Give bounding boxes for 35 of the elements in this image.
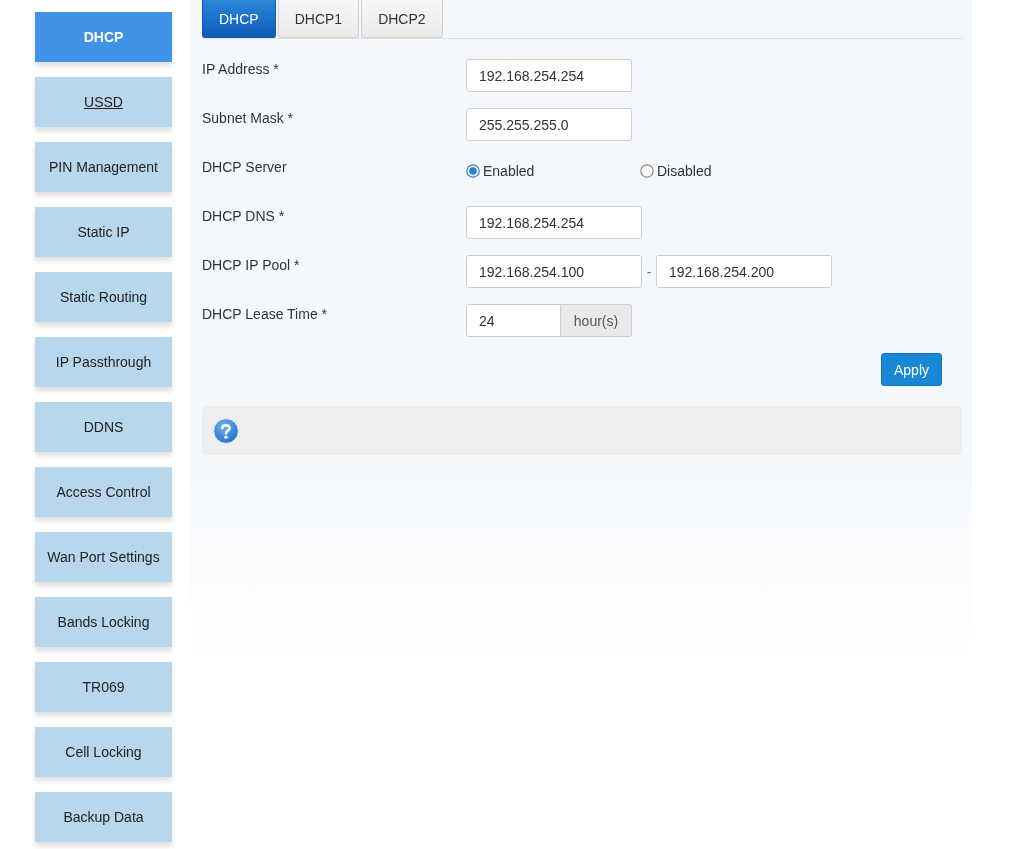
input-field[interactable]: 192.168.254.200 (656, 255, 832, 288)
sidebar-item[interactable]: Static IP (35, 207, 172, 257)
input-field[interactable]: 24 (466, 304, 561, 337)
unit-addon: hour(s) (561, 304, 632, 337)
input-field[interactable]: 192.168.254.254 (466, 59, 632, 92)
field-label: Subnet Mask * (202, 109, 295, 126)
tab[interactable]: DHCP (202, 0, 276, 38)
field-label: DHCP DNS * (202, 207, 286, 224)
apply-button[interactable]: Apply (881, 353, 942, 386)
input-field[interactable]: 192.168.254.254 (466, 206, 642, 239)
sidebar-item[interactable]: DDNS (35, 402, 172, 452)
input-field[interactable]: 255.255.255.0 (466, 108, 632, 141)
field-label: IP Address * (202, 60, 280, 77)
tab[interactable]: DHCP1 (277, 0, 360, 38)
sidebar-item[interactable]: Wan Port Settings (35, 532, 172, 582)
range-separator: - (645, 263, 653, 280)
field-label: DHCP IP Pool * (202, 256, 301, 273)
sidebar-item[interactable]: Bands Locking (35, 597, 172, 647)
radio-button-icon[interactable] (466, 164, 480, 178)
sidebar-item[interactable]: Static Routing (35, 272, 172, 322)
sidebar-item[interactable]: PIN Management (35, 142, 172, 192)
radio-option[interactable]: Enabled (466, 163, 640, 179)
sidebar-item[interactable]: Backup Data (35, 792, 172, 842)
sidebar-item[interactable]: TR069 (35, 662, 172, 712)
sidebar-item[interactable]: USSD (35, 77, 172, 127)
input-field[interactable]: 192.168.254.100 (466, 255, 642, 288)
sidebar-item[interactable]: Access Control (35, 467, 172, 517)
help-icon[interactable] (213, 417, 239, 444)
field-label: DHCP Server (202, 158, 288, 175)
sidebar-item[interactable]: Cell Locking (35, 727, 172, 777)
sidebar-item[interactable]: IP Passthrough (35, 337, 172, 387)
field-label: DHCP Lease Time * (202, 305, 328, 322)
tab[interactable]: DHCP2 (361, 0, 443, 38)
radio-button-icon[interactable] (640, 164, 654, 178)
radio-option[interactable]: Disabled (640, 163, 814, 179)
